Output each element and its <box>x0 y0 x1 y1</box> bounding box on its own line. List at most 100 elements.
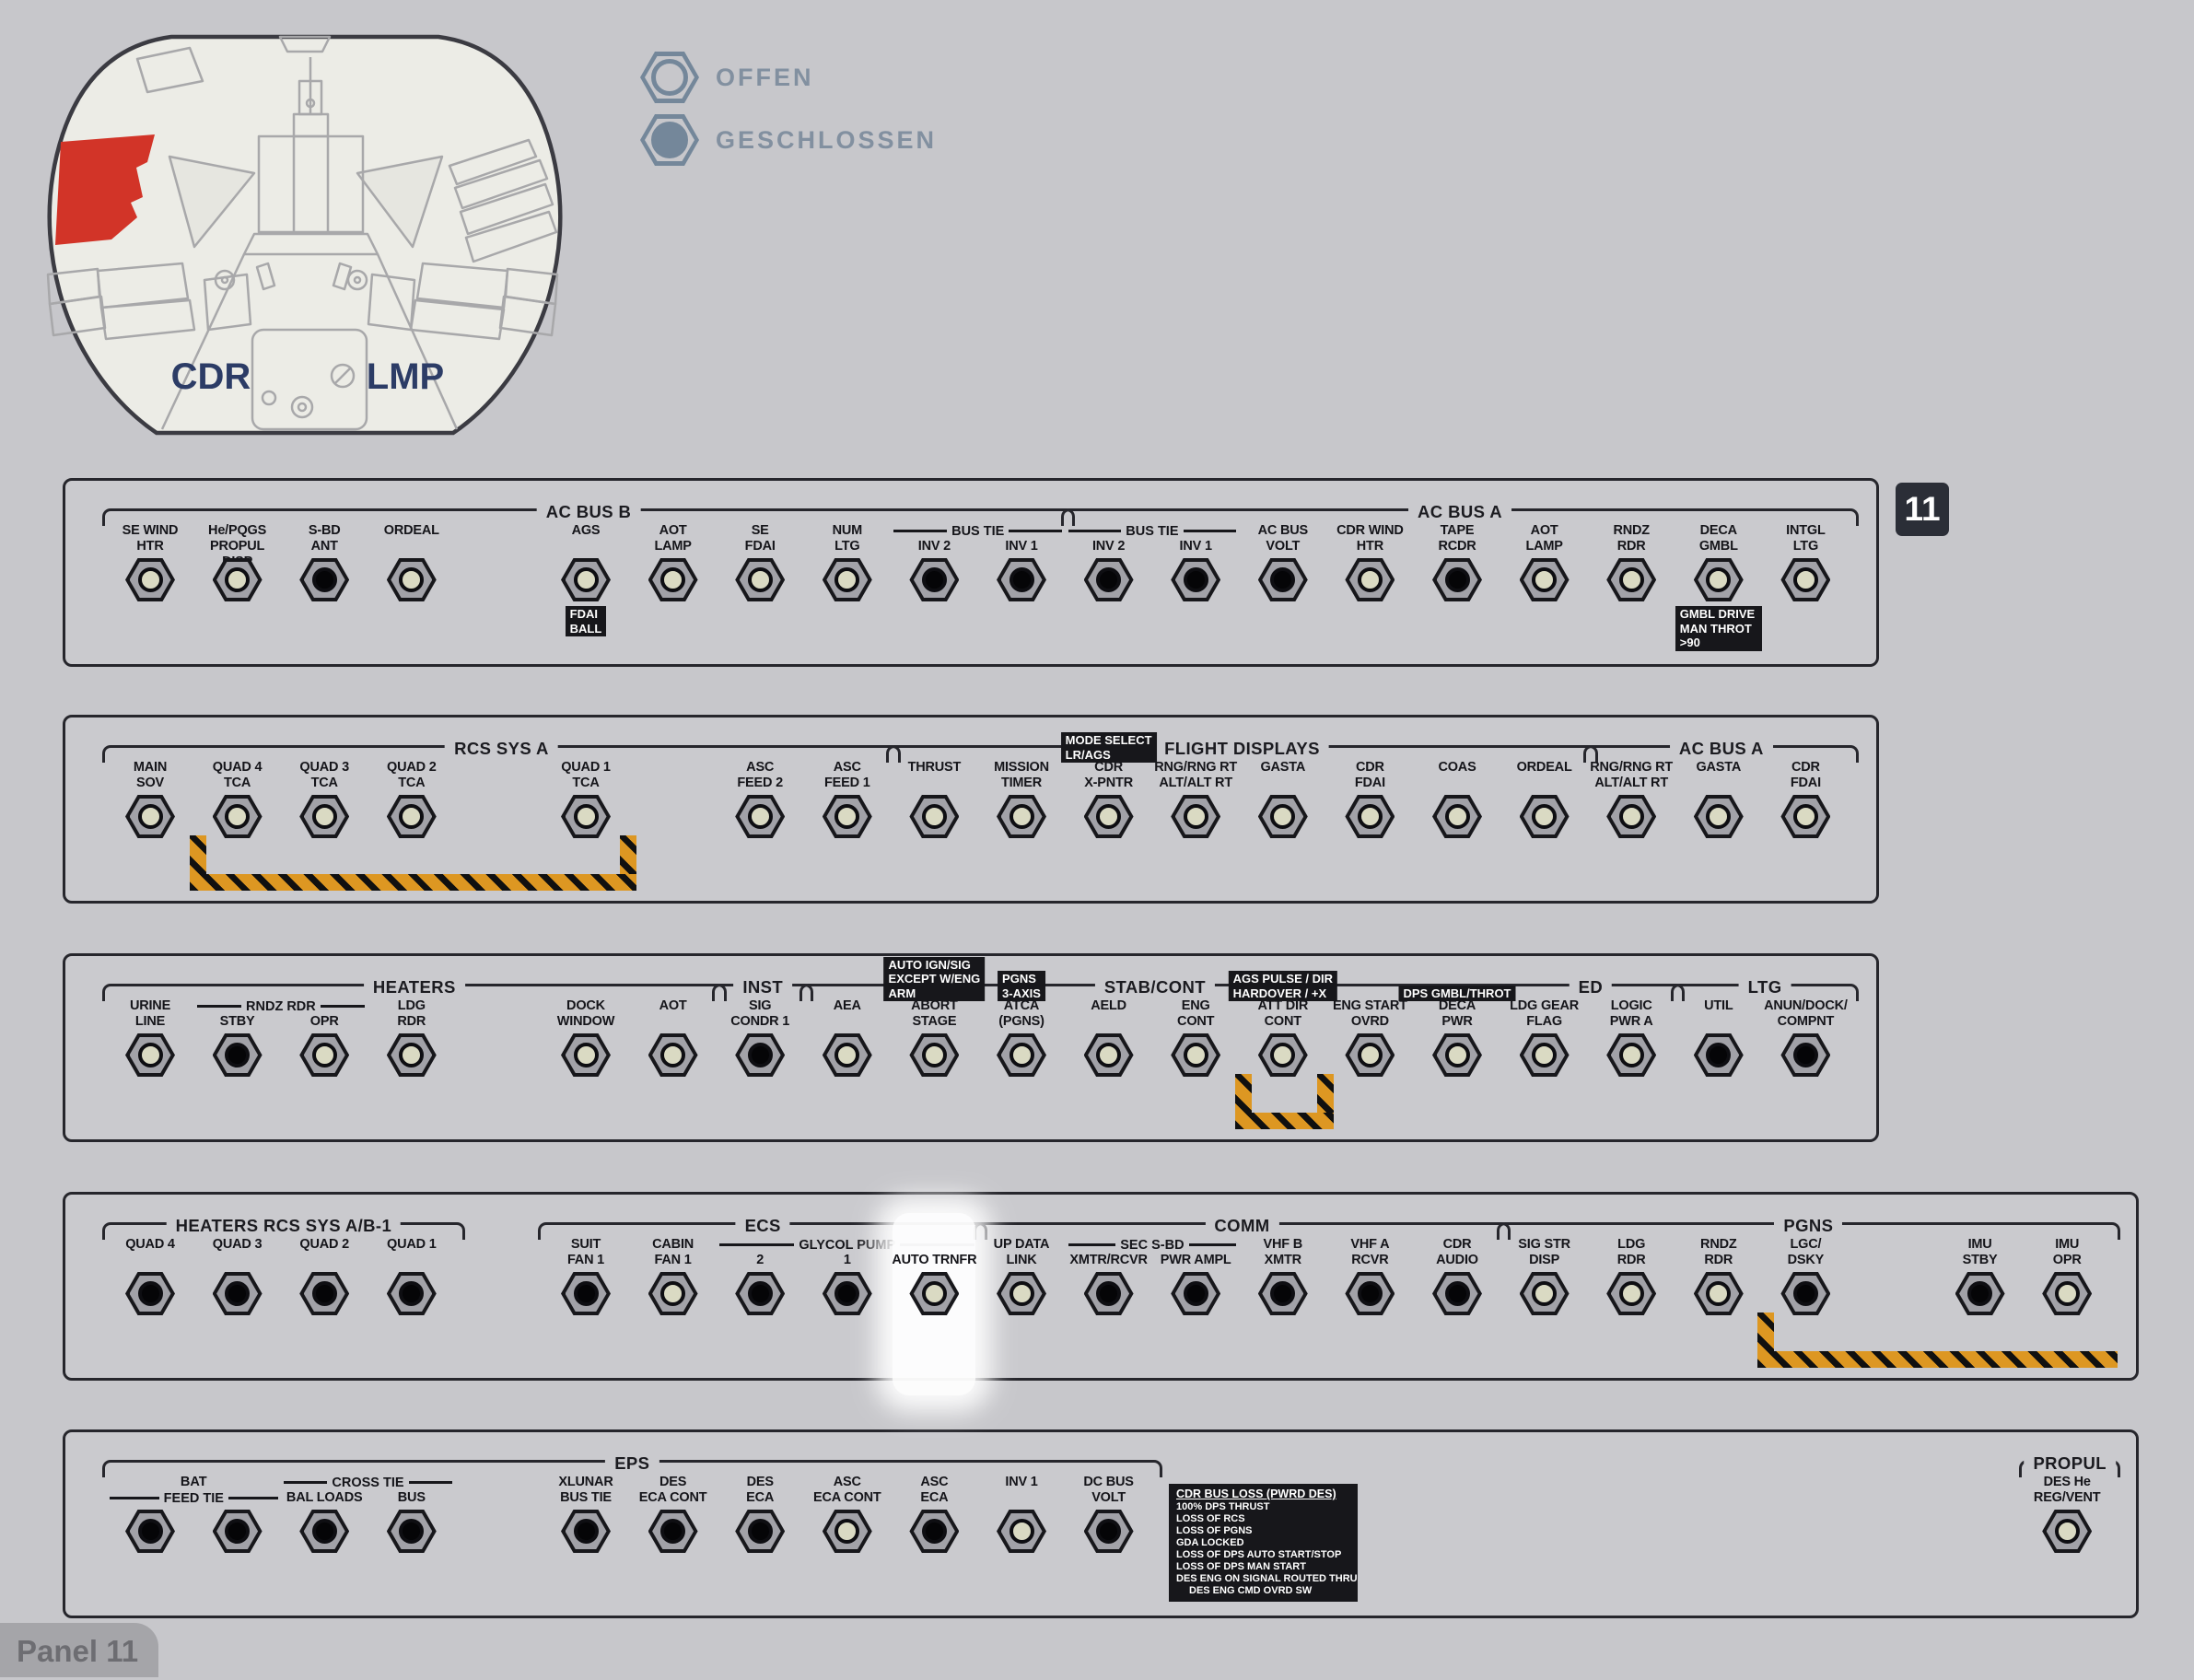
breaker-des-eca[interactable]: DES ECA <box>717 1475 803 1553</box>
breaker-ldg-gear-flag[interactable]: LDG GEAR FLAG <box>1501 998 1588 1077</box>
breaker-des-eca-cont[interactable]: DES ECA CONT <box>630 1475 717 1553</box>
breaker-main-sov[interactable]: MAIN SOV <box>107 760 193 838</box>
breaker-lgc-dsky[interactable]: LGC/ DSKY <box>1762 1237 1849 1315</box>
breaker-bat-feed-tie-1[interactable] <box>107 1475 193 1553</box>
breaker-quad-2-tca[interactable]: QUAD 2 TCA <box>368 760 455 838</box>
breaker-inv-2[interactable]: INV 2 <box>891 523 977 601</box>
breaker-inv-1[interactable]: INV 1 <box>978 523 1065 601</box>
breaker-label: AUTO TRNFR <box>891 1237 977 1270</box>
breaker-sig-str-disp[interactable]: SIG STR DISP <box>1501 1237 1588 1315</box>
breaker-rng-rng-rt-alt-alt-rt[interactable]: RNG/RNG RT ALT/ALT RT <box>1588 760 1675 838</box>
breaker-sig-condr-1[interactable]: SIG CONDR 1 <box>717 998 803 1077</box>
breaker-label: QUAD 1 <box>368 1237 455 1270</box>
breaker-quad-1-tca[interactable]: QUAD 1 TCA <box>543 760 629 838</box>
breaker-ags[interactable]: AGSFDAI BALL <box>543 523 629 637</box>
breaker-cdr-x-pntr[interactable]: CDR X-PNTR <box>1066 760 1152 838</box>
breaker-inv-2[interactable]: INV 2 <box>1066 523 1152 601</box>
breaker-asc-eca-cont[interactable]: ASC ECA CONT <box>804 1475 891 1553</box>
breaker-quad-1[interactable]: QUAD 1 <box>368 1237 455 1315</box>
breaker-eng-cont[interactable]: ENG CONT <box>1152 998 1239 1077</box>
breaker-pwr-ampl[interactable]: PWR AMPL <box>1152 1237 1239 1315</box>
breaker-rndz-rdr[interactable]: RNDZ RDR <box>1588 523 1675 601</box>
breaker-ordeal[interactable]: ORDEAL <box>1501 760 1588 838</box>
breaker-imu-opr[interactable]: IMU OPR <box>2024 1237 2110 1315</box>
breaker-aeld[interactable]: AELD <box>1066 998 1152 1077</box>
breaker-2[interactable]: 2 <box>717 1237 803 1315</box>
breaker-xmtr-rcvr[interactable]: XMTR/RCVR <box>1066 1237 1152 1315</box>
breaker-quad-4-tca[interactable]: QUAD 4 TCA <box>194 760 281 838</box>
breaker-aea[interactable]: AEA <box>804 998 891 1077</box>
breaker-stby[interactable]: STBY <box>194 998 281 1077</box>
breaker-vhf-a-rcvr[interactable]: VHF A RCVR <box>1326 1237 1413 1315</box>
breaker-auto-trnfr[interactable]: AUTO TRNFR <box>891 1237 977 1315</box>
breaker-opr[interactable]: OPR <box>281 998 368 1077</box>
breaker-ordeal[interactable]: ORDEAL <box>368 523 455 601</box>
breaker-num-ltg[interactable]: NUM LTG <box>804 523 891 601</box>
hex-breaker-icon <box>125 558 175 601</box>
breaker-xlunar-bus-tie[interactable]: XLUNAR BUS TIE <box>543 1475 629 1553</box>
breaker-ac-bus-volt[interactable]: AC BUS VOLT <box>1240 523 1326 601</box>
breaker-aot[interactable]: AOT <box>630 998 717 1077</box>
breaker-quad-3-tca[interactable]: QUAD 3 TCA <box>281 760 368 838</box>
breaker-bat-feed-tie-2[interactable] <box>194 1475 281 1553</box>
breaker-logic-pwr-a[interactable]: LOGIC PWR A <box>1588 998 1675 1077</box>
breaker-ldg-rdr[interactable]: LDG RDR <box>368 998 455 1077</box>
breaker-inv-1[interactable]: INV 1 <box>1152 523 1239 601</box>
hex-breaker-icon <box>1432 1033 1482 1077</box>
breaker-des-he-reg-vent[interactable]: DES He REG/VENT <box>2024 1475 2110 1553</box>
breaker-ldg-rdr[interactable]: LDG RDR <box>1588 1237 1675 1315</box>
breaker-suit-fan-1[interactable]: SUIT FAN 1 <box>543 1237 629 1315</box>
breaker-cdr-audio[interactable]: CDR AUDIO <box>1414 1237 1500 1315</box>
breaker-intgl-ltg[interactable]: INTGL LTG <box>1762 523 1849 601</box>
breaker-cdr-wind-htr[interactable]: CDR WIND HTR <box>1326 523 1413 601</box>
breaker-asc-eca[interactable]: ASC ECA <box>891 1475 977 1553</box>
breaker-deca-pwr[interactable]: DECA PWR <box>1414 998 1500 1077</box>
hex-breaker-icon <box>1780 1272 1830 1315</box>
breaker-rndz-rdr[interactable]: RNDZ RDR <box>1675 1237 1762 1315</box>
panel-tab[interactable]: Panel 11 <box>0 1623 158 1677</box>
breaker-thrust[interactable]: THRUST <box>891 760 977 838</box>
breaker-deca-gmbl[interactable]: DECA GMBLGMBL DRIVE MAN THROT >90 <box>1675 523 1762 651</box>
breaker-gasta[interactable]: GASTA <box>1240 760 1326 838</box>
hex-breaker-icon <box>735 558 785 601</box>
breaker-quad-4[interactable]: QUAD 4 <box>107 1237 193 1315</box>
breaker-asc-feed-2[interactable]: ASC FEED 2 <box>717 760 803 838</box>
breaker-imu-stby[interactable]: IMU STBY <box>1937 1237 2024 1315</box>
breaker-up-data-link[interactable]: UP DATA LINK <box>978 1237 1065 1315</box>
breaker-se-fdai[interactable]: SE FDAI <box>717 523 803 601</box>
breaker-he-pqgs-propul-disp[interactable]: He/PQGS PROPUL DISP <box>194 523 281 601</box>
breaker-asc-feed-1[interactable]: ASC FEED 1 <box>804 760 891 838</box>
breaker-quad-2[interactable]: QUAD 2 <box>281 1237 368 1315</box>
breaker-abort-stage[interactable]: ABORT STAGE <box>891 998 977 1077</box>
breaker-cabin-fan-1[interactable]: CABIN FAN 1 <box>630 1237 717 1315</box>
breaker-urine-line[interactable]: URINE LINE <box>107 998 193 1077</box>
breaker-aot-lamp[interactable]: AOT LAMP <box>1501 523 1588 601</box>
breaker-anun-dock-compnt[interactable]: ANUN/DOCK/ COMPNT <box>1762 998 1849 1077</box>
breaker-atca-pgns[interactable]: ATCA (PGNS) <box>978 998 1065 1077</box>
hex-breaker-icon <box>1345 1272 1395 1315</box>
breaker-tape-rcdr[interactable]: TAPE RCDR <box>1414 523 1500 601</box>
breaker-rng-rng-rt-alt-alt-rt[interactable]: RNG/RNG RT ALT/ALT RT <box>1152 760 1239 838</box>
breaker-1[interactable]: 1 <box>804 1237 891 1315</box>
breaker-eng-start-ovrd[interactable]: ENG START OVRD <box>1326 998 1413 1077</box>
breaker-bal-loads[interactable]: BAL LOADS <box>281 1475 368 1553</box>
breaker-gasta[interactable]: GASTA <box>1675 760 1762 838</box>
breaker-util[interactable]: UTIL <box>1675 998 1762 1077</box>
breaker-coas[interactable]: COAS <box>1414 760 1500 838</box>
warning-tag: AGS PULSE / DIR HARDOVER / +X <box>1229 971 1337 1001</box>
breaker-label: BUS <box>368 1475 455 1508</box>
breaker-inv-1[interactable]: INV 1 <box>978 1475 1065 1553</box>
breaker-mission-timer[interactable]: MISSION TIMER <box>978 760 1065 838</box>
breaker-att-dir-cont[interactable]: ATT DIR CONT <box>1240 998 1326 1077</box>
breaker-quad-3[interactable]: QUAD 3 <box>194 1237 281 1315</box>
breaker-dc-bus-volt[interactable]: DC BUS VOLT <box>1066 1475 1152 1553</box>
breaker-vhf-b-xmtr[interactable]: VHF B XMTR <box>1240 1237 1326 1315</box>
breaker-s-bd-ant[interactable]: S-BD ANT <box>281 523 368 601</box>
breaker-se-wind-htr[interactable]: SE WIND HTR <box>107 523 193 601</box>
breaker-dock-window[interactable]: DOCK WINDOW <box>543 998 629 1077</box>
breaker-cdr-fdai[interactable]: CDR FDAI <box>1326 760 1413 838</box>
breaker-cdr-fdai[interactable]: CDR FDAI <box>1762 760 1849 838</box>
breaker-bus[interactable]: BUS <box>368 1475 455 1553</box>
breaker-aot-lamp[interactable]: AOT LAMP <box>630 523 717 601</box>
hex-breaker-icon <box>909 1033 959 1077</box>
